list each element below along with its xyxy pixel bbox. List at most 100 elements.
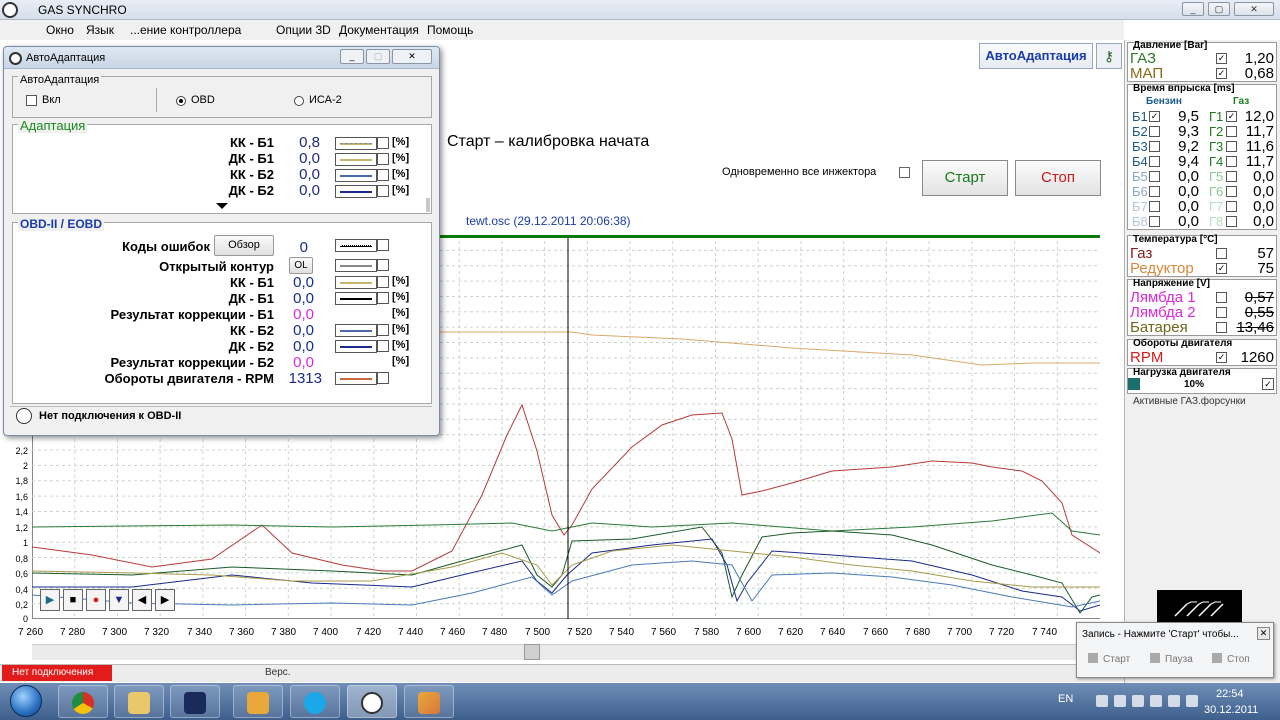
obd-rpm-checkbox[interactable] bbox=[377, 372, 389, 384]
taskbar-save-app[interactable] bbox=[170, 685, 220, 718]
clock-date[interactable]: 30.12.2011 bbox=[1204, 704, 1258, 716]
error-codes-line-swatch[interactable] bbox=[335, 239, 377, 252]
taskbar-skype[interactable] bbox=[290, 685, 340, 718]
autoadapt-button[interactable]: АвтоАдаптация bbox=[979, 43, 1093, 69]
tray-arrow-icon[interactable] bbox=[1096, 695, 1108, 707]
tray-signal-icon[interactable] bbox=[1168, 695, 1180, 707]
record-start-button[interactable]: Старт bbox=[1088, 650, 1130, 670]
obd-radio[interactable] bbox=[176, 96, 186, 106]
gas-injector-checkbox[interactable] bbox=[1226, 171, 1237, 182]
tray-power-icon[interactable] bbox=[1150, 695, 1162, 707]
taskbar-outlook[interactable] bbox=[233, 685, 283, 718]
petrol-injector-checkbox[interactable] bbox=[1149, 171, 1160, 182]
obd-row-line-swatch[interactable] bbox=[335, 340, 377, 353]
clock-time[interactable]: 22:54 bbox=[1216, 688, 1244, 700]
open-loop-line-swatch[interactable] bbox=[335, 259, 377, 272]
record-stop-button[interactable]: Стоп bbox=[1212, 650, 1250, 670]
gas-injector-checkbox[interactable] bbox=[1226, 201, 1237, 212]
language-indicator[interactable]: EN bbox=[1058, 693, 1073, 705]
tray-flag-icon[interactable] bbox=[1132, 695, 1144, 707]
dialog-maximize-button[interactable]: ▢ bbox=[366, 49, 390, 64]
menu-language[interactable]: Язык bbox=[86, 23, 114, 37]
gas-injector-checkbox[interactable] bbox=[1226, 186, 1237, 197]
stop-button[interactable]: Стоп bbox=[1015, 160, 1101, 196]
temp-gas-checkbox[interactable] bbox=[1216, 248, 1227, 259]
obd-row-checkbox[interactable] bbox=[377, 324, 389, 336]
adapt-row-checkbox[interactable] bbox=[377, 137, 389, 149]
step-forward-button[interactable]: ▶ bbox=[155, 589, 175, 611]
record-button[interactable]: ● bbox=[86, 589, 106, 611]
obd-row-checkbox[interactable] bbox=[377, 292, 389, 304]
adapt-row-line-swatch[interactable] bbox=[335, 185, 377, 198]
gas-injector-checkbox[interactable] bbox=[1226, 126, 1237, 137]
rpm-checkbox[interactable]: ✓ bbox=[1216, 352, 1227, 363]
obd-row-label: КК - Б1 bbox=[230, 275, 274, 290]
autoadapt-enable-checkbox[interactable] bbox=[26, 95, 37, 106]
obd-row-line-swatch[interactable] bbox=[335, 292, 377, 305]
adaptation-scrollbar[interactable] bbox=[426, 198, 430, 212]
record-close-button[interactable]: ✕ bbox=[1257, 627, 1270, 640]
taskbar-chrome[interactable] bbox=[58, 685, 108, 718]
petrol-injector-checkbox[interactable] bbox=[1149, 141, 1160, 152]
simultaneous-injectors-checkbox[interactable] bbox=[899, 167, 910, 178]
expand-arrow-icon[interactable] bbox=[216, 203, 228, 209]
petrol-injector-checkbox[interactable] bbox=[1149, 156, 1160, 167]
menu-window[interactable]: Окно bbox=[46, 23, 74, 37]
record-pause-button[interactable]: Пауза bbox=[1150, 650, 1193, 670]
isa2-radio[interactable] bbox=[294, 96, 304, 106]
petrol-injector-checkbox[interactable] bbox=[1149, 216, 1160, 227]
dialog-close-button[interactable]: ✕ bbox=[392, 49, 432, 64]
gas-injector-checkbox[interactable] bbox=[1226, 156, 1237, 167]
close-button[interactable]: ✕ bbox=[1234, 2, 1274, 16]
menu-controller[interactable]: ...ение контроллера bbox=[130, 23, 241, 37]
gas-injector-checkbox[interactable]: ✓ bbox=[1226, 111, 1237, 122]
obd-row-line-swatch[interactable] bbox=[335, 276, 377, 289]
stop-playback-button[interactable]: ■ bbox=[63, 589, 83, 611]
play-button[interactable]: ▶ bbox=[40, 589, 60, 611]
marker-button[interactable]: ▼ bbox=[109, 589, 129, 611]
menu-3d-options[interactable]: Опции 3D bbox=[276, 23, 331, 37]
gas-injector-checkbox[interactable] bbox=[1226, 141, 1237, 152]
petrol-injector-checkbox[interactable]: ✓ bbox=[1149, 111, 1160, 122]
adapt-row-line-swatch[interactable] bbox=[335, 169, 377, 182]
engine-load-checkbox[interactable]: ✓ bbox=[1262, 378, 1274, 390]
obd-rpm-line-swatch[interactable] bbox=[335, 372, 377, 385]
step-back-button[interactable]: ◀ bbox=[132, 589, 152, 611]
maximize-button[interactable]: ▢ bbox=[1208, 2, 1230, 16]
start-button[interactable] bbox=[6, 685, 46, 718]
taskbar-explorer[interactable] bbox=[114, 685, 164, 718]
battery-checkbox[interactable] bbox=[1216, 322, 1227, 333]
key-icon[interactable]: ⚷ bbox=[1096, 43, 1122, 69]
temp-reducer-checkbox[interactable]: ✓ bbox=[1216, 263, 1227, 274]
menu-documentation[interactable]: Документация bbox=[339, 23, 419, 37]
taskbar-paint[interactable] bbox=[404, 685, 454, 718]
pressure-gas-checkbox[interactable]: ✓ bbox=[1216, 53, 1227, 64]
gas-injector-checkbox[interactable] bbox=[1226, 216, 1237, 227]
open-loop-checkbox[interactable] bbox=[377, 259, 389, 271]
error-codes-checkbox[interactable] bbox=[377, 239, 389, 251]
browse-button[interactable]: Обзор bbox=[214, 235, 274, 256]
tray-network-icon[interactable] bbox=[1114, 695, 1126, 707]
lambda1-checkbox[interactable] bbox=[1216, 292, 1227, 303]
adapt-row-checkbox[interactable] bbox=[377, 169, 389, 181]
adapt-row-line-swatch[interactable] bbox=[335, 137, 377, 150]
petrol-injector-checkbox[interactable] bbox=[1149, 126, 1160, 137]
tray-volume-icon[interactable] bbox=[1186, 695, 1198, 707]
adapt-row-line-swatch[interactable] bbox=[335, 153, 377, 166]
taskbar-gas-synchro[interactable] bbox=[347, 685, 397, 718]
lambda2-checkbox[interactable] bbox=[1216, 307, 1227, 318]
horizontal-scrollbar[interactable] bbox=[32, 644, 1100, 660]
obd-row-checkbox[interactable] bbox=[377, 340, 389, 352]
petrol-injector-checkbox[interactable] bbox=[1149, 201, 1160, 212]
obd-row-checkbox[interactable] bbox=[377, 276, 389, 288]
start-button[interactable]: Старт bbox=[922, 160, 1008, 196]
scrollbar-thumb[interactable] bbox=[524, 644, 540, 660]
dialog-minimize-button[interactable]: _ bbox=[340, 49, 364, 64]
menu-help[interactable]: Помощь bbox=[427, 23, 473, 37]
adapt-row-checkbox[interactable] bbox=[377, 153, 389, 165]
petrol-injector-checkbox[interactable] bbox=[1149, 186, 1160, 197]
minimize-button[interactable]: _ bbox=[1182, 2, 1204, 16]
obd-row-line-swatch[interactable] bbox=[335, 324, 377, 337]
pressure-map-checkbox[interactable]: ✓ bbox=[1216, 68, 1227, 79]
adapt-row-checkbox[interactable] bbox=[377, 185, 389, 197]
